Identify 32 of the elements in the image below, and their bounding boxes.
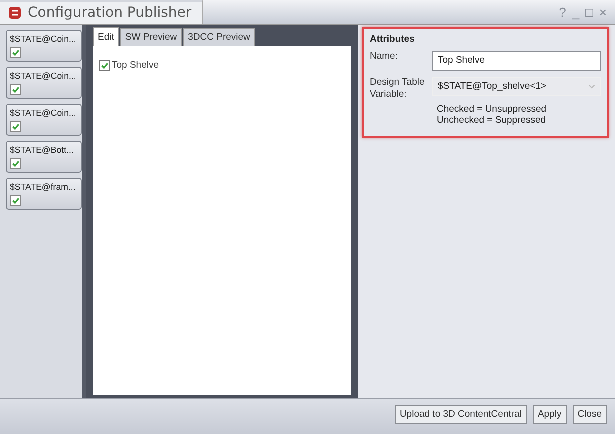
section-heading: Attributes [370,34,416,45]
item-label: Top Shelve [112,60,160,71]
checkbox[interactable] [10,158,21,169]
name-field[interactable]: Top Shelve [432,51,601,71]
tab[interactable]: 3DCC Preview [183,28,256,46]
dialog-button[interactable]: Upload to 3D ContentCentral [394,405,527,424]
configuration-card[interactable]: $STATE@fram... [6,178,82,210]
configuration-card[interactable]: $STATE@Coin... [6,104,82,136]
configuration-label: $STATE@fram... [10,182,76,192]
configuration-card[interactable]: $STATE@Coin... [6,30,82,62]
configuration-card[interactable]: $STATE@Coin... [6,67,82,99]
checkbox[interactable] [99,60,110,71]
configuration-label: $STATE@Bott... [10,145,74,155]
checkbox[interactable] [10,121,21,132]
configuration-label: $STATE@Coin... [10,71,76,81]
caret-icon [589,84,595,88]
window-title: Configuration Publisher [28,5,192,21]
checkbox[interactable] [10,47,21,58]
configuration-label: $STATE@Coin... [10,34,76,44]
dialog-button[interactable]: Apply [532,405,567,424]
tab[interactable]: Edit [93,27,120,46]
note-text: Unchecked = Suppressed [437,115,548,126]
configuration-label: $STATE@Coin... [10,108,76,118]
field-label: Design Table Variable: [370,77,426,101]
checkbox[interactable] [10,84,21,95]
dialog-button[interactable]: Close [572,405,607,424]
tab[interactable]: SW Preview [120,28,182,46]
app-logo-icon [8,6,22,20]
note-text: Checked = Unsuppressed [437,104,548,115]
configuration-card[interactable]: $STATE@Bott... [6,141,82,173]
field-label: Name: [370,51,399,63]
checkbox[interactable] [10,195,21,206]
